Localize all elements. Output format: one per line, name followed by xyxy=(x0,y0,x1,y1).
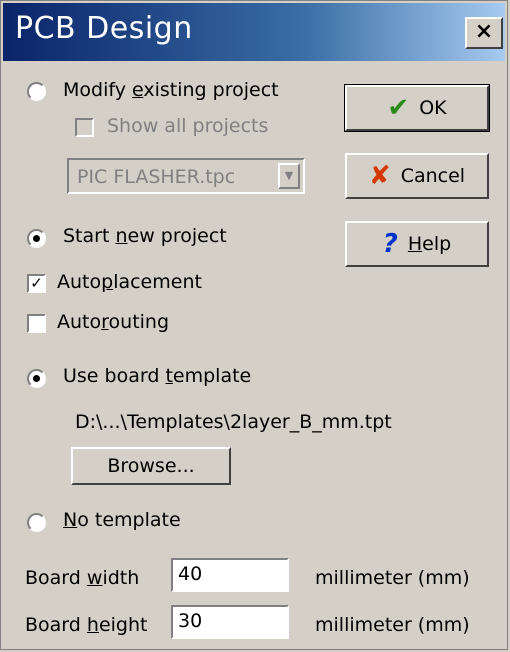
close-icon: × xyxy=(474,19,494,44)
autoplacement-label: Autoplacement xyxy=(57,271,202,293)
autoplacement-checkbox[interactable]: ✓ xyxy=(27,274,46,293)
cancel-button[interactable]: ✘ Cancel xyxy=(345,153,489,199)
use-template-label: Use board template xyxy=(63,365,252,387)
project-combo[interactable]: PIC FLASHER.tpc ▼ xyxy=(67,158,305,194)
modify-existing-label: Modify existing project xyxy=(63,79,279,101)
ok-button-label: OK xyxy=(419,97,447,119)
chevron-down-icon[interactable]: ▼ xyxy=(278,163,300,189)
browse-button[interactable]: Browse... xyxy=(71,447,231,485)
use-template-radio[interactable] xyxy=(27,369,46,388)
board-width-input[interactable]: 40 xyxy=(171,558,289,592)
pcb-design-dialog: PCB Design × Modify existing project Sho… xyxy=(0,0,508,650)
board-height-input[interactable]: 30 xyxy=(171,605,289,639)
checkmark-icon: ✔ xyxy=(387,93,410,123)
no-template-radio[interactable] xyxy=(27,513,46,532)
project-combo-value: PIC FLASHER.tpc xyxy=(77,166,236,188)
show-all-projects-checkbox[interactable] xyxy=(75,118,94,137)
board-width-unit: millimeter (mm) xyxy=(315,567,470,589)
ok-button[interactable]: ✔ OK xyxy=(344,84,490,132)
browse-button-label: Browse... xyxy=(107,455,195,477)
show-all-projects-label: Show all projects xyxy=(107,115,269,137)
cancel-x-icon: ✘ xyxy=(368,161,391,191)
start-new-radio[interactable] xyxy=(27,229,46,248)
cancel-button-label: Cancel xyxy=(400,165,466,187)
board-height-unit: millimeter (mm) xyxy=(315,614,470,636)
help-question-icon: ? xyxy=(382,229,398,259)
autorouting-label: Autorouting xyxy=(57,311,170,333)
no-template-label: No template xyxy=(63,509,181,531)
autorouting-checkbox[interactable] xyxy=(27,314,46,333)
board-height-label: Board height xyxy=(25,614,148,636)
title-bar: PCB Design × xyxy=(3,3,505,61)
board-width-label: Board width xyxy=(25,567,140,589)
template-path: D:\...\Templates\2layer_B_mm.tpt xyxy=(75,411,392,433)
close-button[interactable]: × xyxy=(465,17,503,49)
start-new-label: Start new project xyxy=(63,225,227,247)
window-title: PCB Design xyxy=(15,11,193,46)
help-button-label: Help xyxy=(407,233,452,255)
modify-existing-radio[interactable] xyxy=(27,82,46,101)
help-button[interactable]: ? Help xyxy=(345,221,489,267)
